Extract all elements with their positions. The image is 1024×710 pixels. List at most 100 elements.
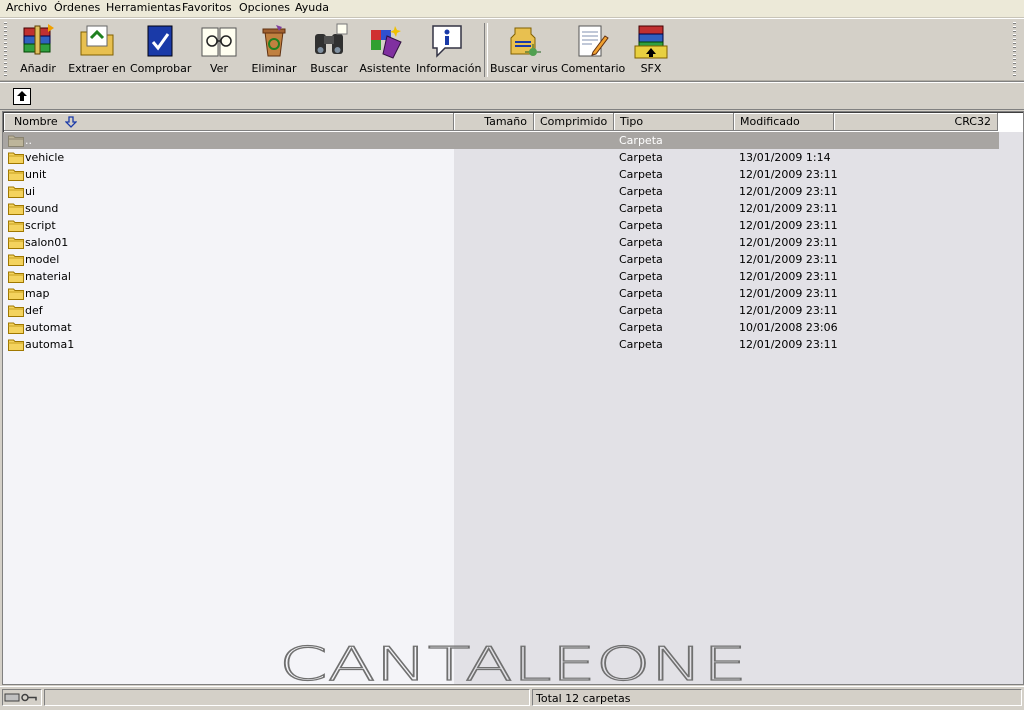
folder-icon bbox=[8, 135, 24, 147]
file-name: material bbox=[25, 270, 71, 283]
file-type: Carpeta bbox=[619, 338, 663, 351]
table-row[interactable]: sound Carpeta 12/01/2009 23:11 bbox=[3, 200, 999, 217]
file-name: def bbox=[25, 304, 43, 317]
comment-label: Comentario bbox=[561, 62, 626, 75]
sfx-button[interactable]: SFX bbox=[628, 21, 674, 79]
info-icon bbox=[432, 25, 462, 58]
column-header-crc32[interactable]: CRC32 bbox=[834, 113, 998, 131]
table-row[interactable]: unit Carpeta 12/01/2009 23:11 bbox=[3, 166, 999, 183]
up-one-level-button[interactable] bbox=[13, 88, 31, 105]
folder-icon bbox=[8, 169, 24, 181]
table-row-parent[interactable]: .. Carpeta bbox=[3, 132, 999, 149]
wizard-label: Asistente bbox=[359, 62, 411, 75]
file-name: model bbox=[25, 253, 60, 266]
add-button[interactable]: Añadir bbox=[12, 21, 64, 79]
sfx-archive-icon bbox=[634, 25, 668, 59]
wizard-button[interactable]: Asistente bbox=[358, 21, 412, 79]
extract-to-label: Extraer en bbox=[68, 62, 126, 75]
extract-folder-icon bbox=[80, 25, 114, 56]
file-type: Carpeta bbox=[619, 168, 663, 181]
drive-key-icon bbox=[4, 693, 37, 702]
file-name: ui bbox=[25, 185, 36, 198]
menu-herramientas[interactable]: Herramientas bbox=[105, 1, 182, 15]
view-button[interactable]: Ver bbox=[196, 21, 242, 79]
comment-button[interactable]: Comentario bbox=[561, 21, 626, 79]
menu-ayuda[interactable]: Ayuda bbox=[294, 1, 330, 15]
table-row[interactable]: automat Carpeta 10/01/2008 23:06 bbox=[3, 319, 999, 336]
folder-icon bbox=[8, 322, 24, 334]
file-type: Carpeta bbox=[619, 287, 663, 300]
folder-icon bbox=[8, 237, 24, 249]
delete-button[interactable]: Eliminar bbox=[250, 21, 298, 79]
extract-to-button[interactable]: Extraer en bbox=[68, 21, 126, 79]
column-header-modified[interactable]: Modificado bbox=[734, 113, 834, 131]
menu-ordenes[interactable]: Órdenes bbox=[53, 1, 101, 15]
file-modified: 13/01/2009 1:14 bbox=[739, 151, 831, 164]
delete-recycle-icon bbox=[262, 25, 286, 57]
file-name: .. bbox=[25, 134, 32, 147]
column-header-size[interactable]: Tamaño bbox=[454, 113, 534, 131]
table-row[interactable]: automa1 Carpeta 12/01/2009 23:11 bbox=[3, 336, 999, 353]
toolbar-grip-left[interactable] bbox=[4, 22, 7, 78]
file-type: Carpeta bbox=[619, 253, 663, 266]
file-list[interactable]: Nombre Tamaño Comprimido Tipo Modificado… bbox=[2, 111, 1024, 685]
wizard-icon bbox=[371, 26, 402, 59]
add-label: Añadir bbox=[20, 62, 56, 75]
file-name: unit bbox=[25, 168, 47, 181]
column-header-name-label: Nombre bbox=[14, 115, 58, 128]
status-bar: Total 12 carpetas bbox=[0, 686, 1024, 709]
delete-label: Eliminar bbox=[251, 62, 297, 75]
folder-icon bbox=[8, 271, 24, 283]
file-name: map bbox=[25, 287, 50, 300]
table-row[interactable]: material Carpeta 12/01/2009 23:11 bbox=[3, 268, 999, 285]
table-row[interactable]: script Carpeta 12/01/2009 23:11 bbox=[3, 217, 999, 234]
file-modified: 12/01/2009 23:11 bbox=[739, 338, 838, 351]
folder-icon bbox=[8, 203, 24, 215]
info-button[interactable]: Información bbox=[416, 21, 481, 79]
status-icons-panel[interactable] bbox=[2, 689, 42, 706]
folder-icon bbox=[8, 339, 24, 351]
file-type: Carpeta bbox=[619, 304, 663, 317]
table-row[interactable]: map Carpeta 12/01/2009 23:11 bbox=[3, 285, 999, 302]
status-total-text: Total 12 carpetas bbox=[532, 689, 1022, 706]
virus-scan-button[interactable]: Buscar virus bbox=[490, 21, 558, 79]
file-type: Carpeta bbox=[619, 236, 663, 249]
menu-bar: Archivo Órdenes Herramientas Favoritos O… bbox=[0, 0, 1024, 18]
add-archive-icon bbox=[23, 24, 54, 55]
test-button[interactable]: Comprobar bbox=[130, 21, 191, 79]
file-type: Carpeta bbox=[619, 270, 663, 283]
watermark-logo: CANTALEONE bbox=[279, 644, 748, 684]
file-name: script bbox=[25, 219, 56, 232]
column-header-name[interactable]: Nombre bbox=[4, 113, 454, 131]
file-type: Carpeta bbox=[619, 134, 663, 147]
find-label: Buscar bbox=[310, 62, 348, 75]
toolbar-separator bbox=[484, 23, 488, 77]
table-row[interactable]: vehicle Carpeta 13/01/2009 1:14 bbox=[3, 149, 999, 166]
table-row[interactable]: ui Carpeta 12/01/2009 23:11 bbox=[3, 183, 999, 200]
test-archive-icon bbox=[147, 25, 173, 57]
menu-favoritos[interactable]: Favoritos bbox=[181, 1, 233, 15]
file-modified: 12/01/2009 23:11 bbox=[739, 304, 838, 317]
folder-icon bbox=[8, 152, 24, 164]
folder-icon bbox=[8, 186, 24, 198]
toolbar: Añadir Extraer en Comprobar Ver Eliminar… bbox=[0, 18, 1024, 82]
table-row[interactable]: salon01 Carpeta 12/01/2009 23:11 bbox=[3, 234, 999, 251]
column-header-packed[interactable]: Comprimido bbox=[534, 113, 614, 131]
file-modified: 12/01/2009 23:11 bbox=[739, 185, 838, 198]
virus-scan-label: Buscar virus bbox=[490, 62, 558, 75]
file-modified: 12/01/2009 23:11 bbox=[739, 219, 838, 232]
file-type: Carpeta bbox=[619, 219, 663, 232]
menu-opciones[interactable]: Opciones bbox=[238, 1, 291, 15]
column-header-type[interactable]: Tipo bbox=[614, 113, 734, 131]
toolbar-grip-right[interactable] bbox=[1013, 22, 1016, 78]
view-label: Ver bbox=[210, 62, 228, 75]
menu-archivo[interactable]: Archivo bbox=[5, 1, 48, 15]
file-modified: 12/01/2009 23:11 bbox=[739, 168, 838, 181]
find-button[interactable]: Buscar bbox=[306, 21, 352, 79]
file-type: Carpeta bbox=[619, 151, 663, 164]
file-type: Carpeta bbox=[619, 185, 663, 198]
table-row[interactable]: def Carpeta 12/01/2009 23:11 bbox=[3, 302, 999, 319]
comment-notepad-icon bbox=[578, 25, 609, 57]
table-row[interactable]: model Carpeta 12/01/2009 23:11 bbox=[3, 251, 999, 268]
file-name: salon01 bbox=[25, 236, 69, 249]
